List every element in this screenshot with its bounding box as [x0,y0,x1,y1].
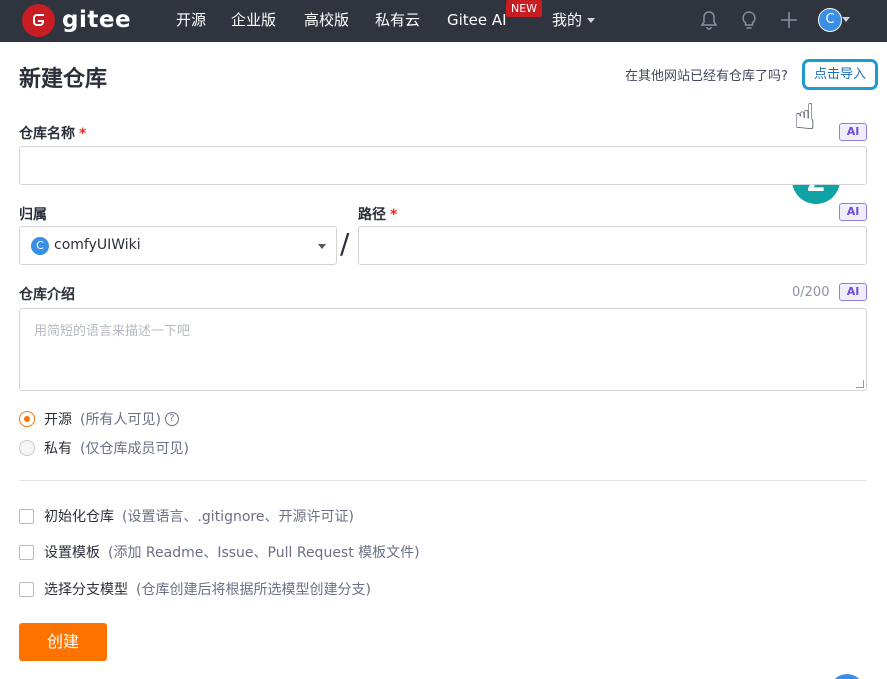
chevron-down-icon [318,244,326,249]
option-init-repo-hint: (设置语言、.gitignore、开源许可证) [122,509,354,525]
required-mark: * [79,126,87,142]
option-template-hint: (添加 Readme、Issue、Pull Request 模板文件) [108,545,420,561]
owner-select[interactable]: C comfyUIWiki [19,226,337,265]
resize-handle-icon[interactable] [856,380,864,388]
lightbulb-icon[interactable] [738,9,760,31]
path-label-text: 路径 [358,207,386,223]
radio-public[interactable] [19,411,35,427]
repo-name-label-text: 仓库名称 [19,126,75,142]
owner-value: comfyUIWiki [54,237,141,253]
checkbox-branch-model[interactable] [19,581,34,597]
path-input[interactable] [358,226,867,265]
create-button[interactable]: 创建 [19,623,107,661]
radio-private[interactable] [19,440,35,456]
plus-icon[interactable] [778,9,800,31]
top-nav: gitee 开源 企业版 高校版 私有云 Gitee AI NEW 我的 C [0,0,887,42]
description-label: 仓库介绍 [19,287,75,303]
checkbox-init-repo[interactable] [19,508,34,524]
visibility-public-option[interactable]: 开源 (所有人可见) ? [19,409,179,429]
chevron-down-icon [587,18,596,23]
nav-mine[interactable]: 我的 [552,0,596,42]
description-textarea[interactable]: 用简短的语言来描述一下吧 [19,308,867,391]
nav-mine-label: 我的 [552,11,583,29]
nav-private-cloud[interactable]: 私有云 [375,0,420,42]
description-placeholder: 用简短的语言来描述一下吧 [34,324,191,339]
logo-text: gitee [62,7,132,33]
nav-education[interactable]: 高校版 [304,0,349,42]
repo-name-label: 仓库名称 * [19,123,86,143]
divider [19,480,867,481]
repo-name-ai-button[interactable]: AI [839,123,867,141]
floating-help-button[interactable] [830,674,864,679]
option-template[interactable]: 设置模板 (添加 Readme、Issue、Pull Request 模板文件) [19,542,420,562]
option-init-repo-label: 初始化仓库 [44,509,114,525]
visibility-private-option[interactable]: 私有 (仅仓库成员可见) [19,438,189,458]
import-prompt: 在其他网站已经有仓库了吗? [625,69,788,84]
option-init-repo[interactable]: 初始化仓库 (设置语言、.gitignore、开源许可证) [19,506,354,526]
visibility-private-label: 私有 [44,441,72,457]
visibility-public-label: 开源 [44,412,72,428]
option-branch-model-hint: (仓库创建后将根据所选模型创建分支) [136,582,371,598]
required-mark: * [390,207,398,223]
owner-label: 归属 [19,207,47,223]
option-template-label: 设置模板 [44,545,100,561]
avatar[interactable]: C [818,8,842,32]
visibility-public-hint: (所有人可见) [80,412,161,428]
help-icon[interactable]: ? [164,412,179,426]
page-title: 新建仓库 [19,67,108,92]
path-separator: / [340,227,350,260]
nav-open-source[interactable]: 开源 [176,0,206,42]
nav-gitee-ai[interactable]: Gitee AI [447,0,507,42]
nav-enterprise[interactable]: 企业版 [231,0,276,42]
avatar-chevron-down-icon[interactable] [842,17,850,22]
path-label: 路径 * [358,204,397,224]
description-counter: 0/200 [792,285,830,300]
visibility-private-hint: (仅仓库成员可见) [80,441,189,457]
owner-avatar: C [31,237,49,255]
option-branch-model-label: 选择分支模型 [44,582,128,598]
option-branch-model[interactable]: 选择分支模型 (仓库创建后将根据所选模型创建分支) [19,579,371,599]
repo-name-input[interactable] [19,146,867,185]
description-ai-button[interactable]: AI [839,283,867,301]
gitee-logo-icon [22,3,55,37]
gitee-logo[interactable]: gitee [22,3,132,37]
checkbox-template[interactable] [19,544,34,560]
new-badge: NEW [506,0,543,17]
bell-icon[interactable] [698,9,720,31]
path-ai-button[interactable]: AI [839,203,867,221]
pointing-hand-icon: ☝ [794,97,816,138]
import-link[interactable]: 点击导入 [802,59,878,90]
